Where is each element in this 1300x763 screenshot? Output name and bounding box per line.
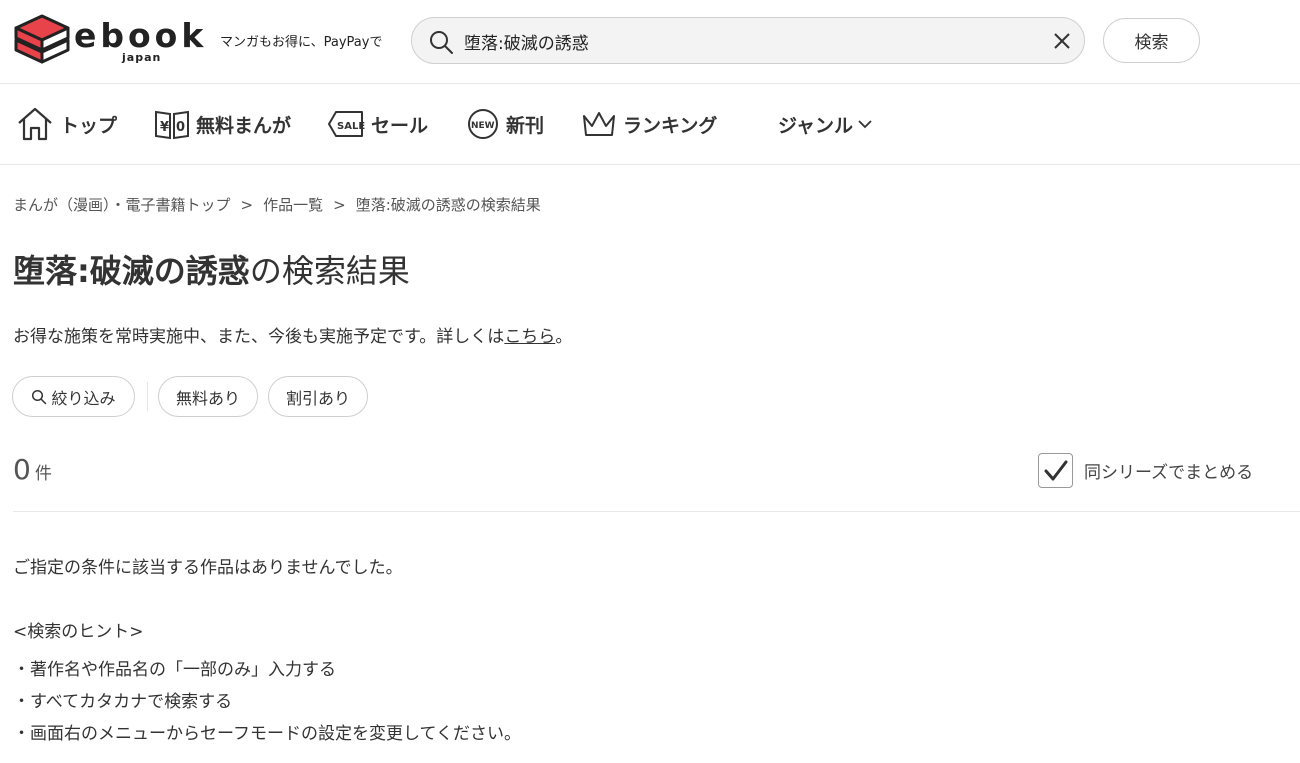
nav-item-sale[interactable]: SALE セール: [327, 104, 428, 144]
breadcrumb-current: 堕落:破滅の誘惑の検索結果: [355, 196, 541, 214]
group-series-checkbox[interactable]: [1038, 453, 1073, 488]
notice-text: お得な施策を常時実施中、また、今後も実施予定です。詳しくは: [13, 327, 505, 347]
svg-text:¥: ¥: [160, 120, 169, 135]
filter-refine-button[interactable]: 絞り込み: [12, 376, 135, 417]
search-icon: [32, 389, 47, 404]
search-hint-item: ・すべてカタカナで検索する: [13, 692, 233, 712]
nav-label: 無料まんが: [196, 114, 292, 137]
svg-text:0: 0: [176, 120, 185, 135]
filter-free-button[interactable]: 無料あり: [158, 376, 258, 417]
search-hint-item: ・画面右のメニューからセーフモードの設定を変更してください。: [13, 724, 521, 744]
svg-text:SALE: SALE: [337, 121, 365, 132]
main-nav: トップ ¥ 0 無料まんが SALE セール NEW 新刊 ランキング ジャンル: [0, 84, 1300, 165]
group-series-label: 同シリーズでまとめる: [1084, 463, 1254, 483]
notice-suffix: 。: [555, 327, 573, 347]
page-title-suffix: の検索結果: [249, 252, 410, 290]
svg-text:NEW: NEW: [471, 121, 495, 131]
book-stack-logo-icon: [14, 14, 70, 64]
section-divider: [13, 511, 1300, 512]
result-count-unit: 件: [34, 464, 52, 484]
no-result-message: ご指定の条件に該当する作品はありませんでした。: [13, 558, 403, 578]
campaign-notice: お得な施策を常時実施中、また、今後も実施予定です。詳しくはこちら。: [13, 322, 572, 347]
breadcrumb-separator: >: [240, 196, 254, 214]
group-series-toggle[interactable]: 同シリーズでまとめる: [1038, 453, 1253, 488]
breadcrumb-separator: >: [333, 196, 346, 214]
search-hint-title: <検索のヒント>: [13, 622, 144, 642]
search-icon: [430, 31, 453, 54]
result-count: 0件: [13, 453, 52, 486]
notice-details-link[interactable]: こちら: [504, 327, 555, 347]
search-hint-item: ・著作名や作品名の「一部のみ」入力する: [13, 660, 336, 680]
ebook-japan-logo[interactable]: ebook japan: [14, 14, 204, 66]
logo-subtext: japan: [122, 51, 162, 64]
search-button[interactable]: 検索: [1103, 18, 1200, 63]
header-tagline: マンガもお得に、PayPayで: [220, 35, 383, 50]
home-icon: [18, 107, 52, 141]
nav-label: ランキング: [623, 114, 718, 137]
new-badge-icon: NEW: [468, 109, 498, 139]
nav-label: セール: [371, 114, 429, 137]
free-book-icon: ¥ 0: [155, 110, 189, 140]
nav-item-genre[interactable]: ジャンル: [778, 104, 874, 144]
result-count-number: 0: [13, 453, 31, 486]
filter-refine-label: 絞り込み: [51, 388, 116, 408]
chevron-down-icon: [858, 120, 872, 129]
breadcrumb: まんが（漫画）・電子書籍トップ > 作品一覧 > 堕落:破滅の誘惑の検索結果: [13, 194, 541, 215]
nav-item-free-manga[interactable]: ¥ 0 無料まんが: [154, 104, 291, 144]
nav-label: トップ: [60, 114, 118, 137]
search-box: [411, 17, 1085, 64]
site-header: ebook japan マンガもお得に、PayPayで 検索: [0, 0, 1300, 84]
breadcrumb-top-link[interactable]: まんが（漫画）・電子書籍トップ: [13, 196, 231, 214]
breadcrumb-works-link[interactable]: 作品一覧: [263, 196, 323, 214]
filter-divider: [147, 382, 148, 411]
logo-wordmark: ebook: [74, 16, 208, 55]
filter-discount-button[interactable]: 割引あり: [268, 376, 368, 417]
nav-label: 新刊: [506, 114, 545, 137]
nav-label: ジャンル: [778, 114, 854, 137]
search-input[interactable]: [464, 26, 1034, 56]
crown-icon: [583, 112, 615, 136]
nav-item-new-release[interactable]: NEW 新刊: [466, 104, 544, 144]
page-title: 堕落:破滅の誘惑の検索結果: [13, 251, 410, 291]
nav-item-ranking[interactable]: ランキング: [581, 104, 717, 144]
sale-tag-icon: SALE: [328, 111, 365, 137]
clear-search-icon[interactable]: [1052, 31, 1072, 51]
check-icon: [1044, 460, 1067, 480]
page-title-query: 堕落:破滅の誘惑: [13, 252, 250, 290]
nav-item-top[interactable]: トップ: [16, 104, 117, 144]
